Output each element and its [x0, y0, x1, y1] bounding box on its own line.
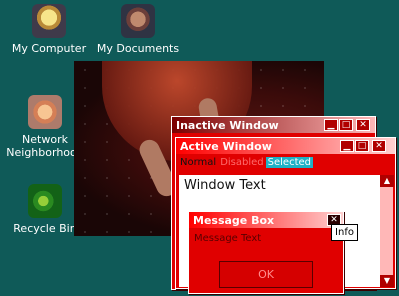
inactive-window-title: Inactive Window	[176, 118, 279, 132]
desktop-icon-my-computer[interactable]: My Computer	[4, 4, 94, 55]
close-button[interactable]: ✕	[356, 119, 370, 131]
desktop-icon-my-documents[interactable]: My Documents	[93, 4, 183, 55]
message-box[interactable]: Message Box ✕ Message Text OK	[188, 211, 344, 294]
window-text: Window Text	[184, 178, 266, 193]
ok-button[interactable]: OK	[219, 261, 313, 288]
menu-item-normal[interactable]: Normal	[180, 157, 216, 168]
network-icon	[28, 95, 62, 129]
minimize-button[interactable]: ▁	[324, 119, 338, 131]
maximize-button[interactable]: □	[355, 140, 369, 152]
maximize-button[interactable]: □	[339, 119, 353, 131]
message-text: Message Text	[194, 233, 262, 244]
minimize-button[interactable]: ▁	[340, 140, 354, 152]
message-box-titlebar[interactable]: Message Box	[189, 212, 343, 228]
desktop-icon-label: My Computer	[11, 42, 87, 55]
menu-bar: Normal Disabled Selected	[176, 154, 395, 170]
menu-item-disabled: Disabled	[220, 156, 264, 168]
desktop-icon-label: My Documents	[96, 42, 180, 55]
info-tooltip: Info	[331, 224, 358, 241]
close-button[interactable]: ✕	[372, 140, 386, 152]
vertical-scrollbar[interactable]: ▲ ▼	[379, 175, 394, 287]
documents-icon	[121, 4, 155, 38]
active-window-title: Active Window	[180, 139, 272, 153]
scroll-up-button[interactable]: ▲	[380, 175, 394, 187]
computer-icon	[32, 4, 66, 38]
recycle-bin-icon	[28, 184, 62, 218]
menu-item-selected[interactable]: Selected	[265, 156, 313, 168]
message-box-title: Message Box	[193, 213, 275, 227]
scroll-down-button[interactable]: ▼	[380, 275, 394, 287]
